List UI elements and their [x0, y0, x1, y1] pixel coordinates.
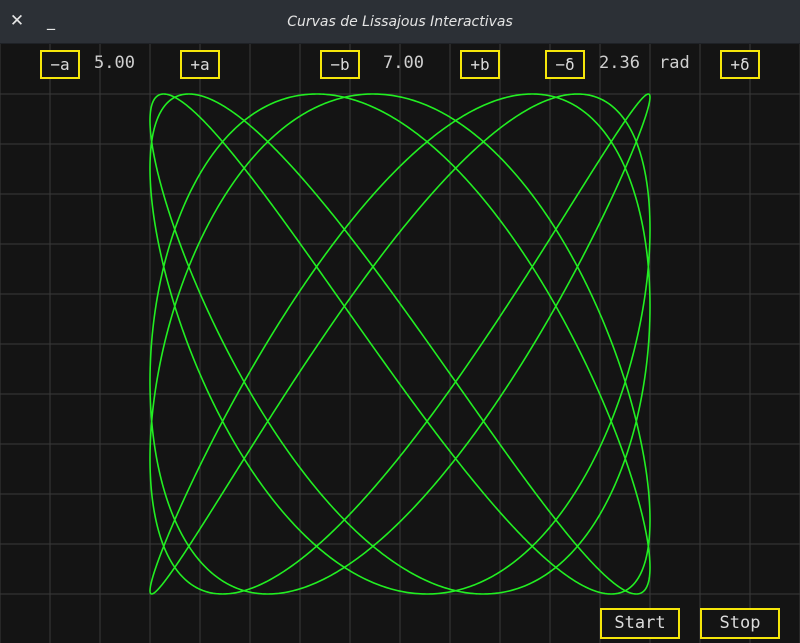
- a-value: 5.00: [94, 53, 135, 73]
- increase-b-button[interactable]: +b: [460, 50, 500, 79]
- increase-a-button[interactable]: +a: [180, 50, 220, 79]
- lissajous-plot: [0, 44, 800, 643]
- decrease-b-button[interactable]: −b: [320, 50, 360, 79]
- window-title: Curvas de Lissajous Interactivas: [287, 14, 513, 30]
- increase-delta-button[interactable]: +δ: [720, 50, 760, 79]
- start-button[interactable]: Start: [600, 608, 680, 639]
- decrease-a-button[interactable]: −a: [40, 50, 80, 79]
- plot-canvas: −a 5.00 +a −b 7.00 +b −δ 2.36 rad +δ Sta…: [0, 44, 800, 643]
- delta-unit: rad: [659, 53, 690, 73]
- delta-value: 2.36: [599, 53, 640, 73]
- grid-lines: [0, 44, 800, 643]
- b-value: 7.00: [383, 53, 424, 73]
- stop-button[interactable]: Stop: [700, 608, 780, 639]
- title-bar: ✕ _ Curvas de Lissajous Interactivas: [0, 0, 800, 44]
- decrease-delta-button[interactable]: −δ: [545, 50, 585, 79]
